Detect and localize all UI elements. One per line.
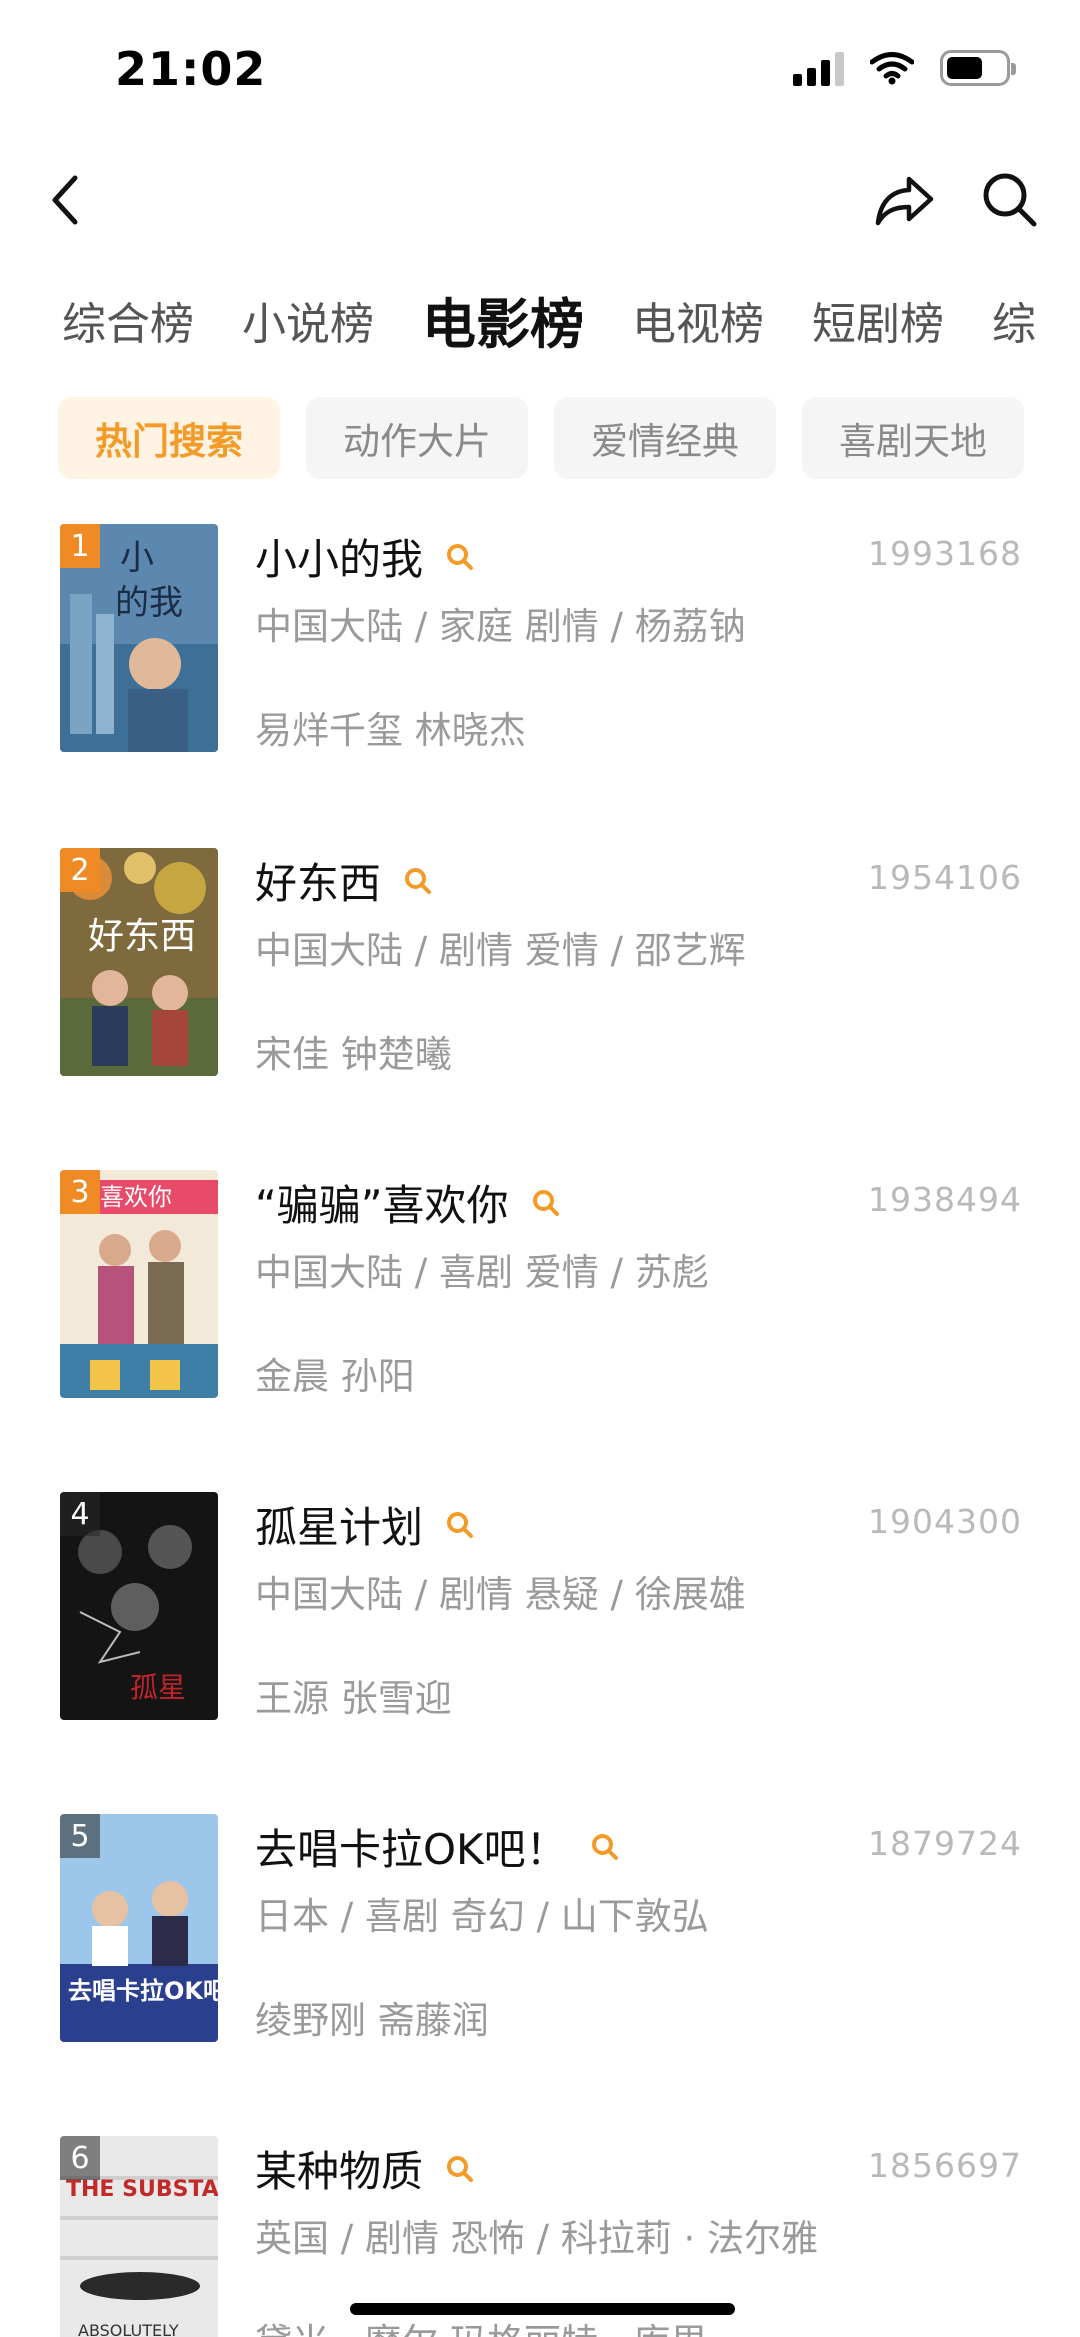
status-bar: 21:02: [0, 0, 1080, 140]
movie-meta: 日本 / 喜剧 奇幻 / 山下敦弘: [255, 1895, 709, 1938]
svg-text:去唱卡拉OK吧: 去唱卡拉OK吧: [68, 1977, 218, 2005]
subtab-romance[interactable]: 爱情经典: [554, 397, 776, 479]
home-indicator[interactable]: [350, 2303, 735, 2315]
movie-cast: 宋佳 钟楚曦: [255, 1033, 452, 1076]
search-icon[interactable]: [445, 1510, 475, 1540]
list-item[interactable]: 好东西 2 好东西 1954106 中国大陆 / 剧情 爱情 / 邵艺辉 宋佳 …: [0, 844, 1080, 1144]
wifi-icon: [870, 52, 914, 85]
rank-badge: 4: [60, 1492, 100, 1536]
share-button[interactable]: [850, 140, 960, 260]
search-icon[interactable]: [445, 542, 475, 572]
rank-badge: 2: [60, 848, 100, 892]
share-icon: [875, 176, 934, 226]
tab-comprehensive[interactable]: 综合榜: [62, 285, 194, 365]
rank-badge: 6: [60, 2136, 100, 2180]
svg-text:ABSOLUTELY: ABSOLUTELY: [78, 2321, 179, 2337]
back-button[interactable]: [10, 140, 120, 260]
list-item[interactable]: 孤星 4 孤星计划 1904300 中国大陆 / 剧情 悬疑 / 徐展雄 王源 …: [0, 1488, 1080, 1788]
movie-title[interactable]: 小小的我: [255, 526, 475, 587]
movie-title[interactable]: “骗骗”喜欢你: [255, 1172, 561, 1233]
movie-poster[interactable]: 喜欢你 3: [60, 1170, 218, 1398]
movie-meta: 中国大陆 / 喜剧 爱情 / 苏彪: [255, 1251, 709, 1294]
battery-level: [947, 57, 982, 79]
rank-badge: 3: [60, 1170, 100, 1214]
movie-title-text: 某种物质: [255, 2147, 424, 2196]
battery-icon: [940, 50, 1016, 86]
movie-title-text: 去唱卡拉OK吧！: [255, 1825, 568, 1874]
movie-cast: 金晨 孙阳: [255, 1355, 415, 1398]
svg-text:THE SUBSTANCE: THE SUBSTANCE: [66, 2177, 218, 2202]
movie-title[interactable]: 某种物质: [255, 2138, 475, 2199]
search-count: 1879724: [868, 1824, 1022, 1863]
search-icon[interactable]: [590, 1832, 620, 1862]
search-count: 1938494: [868, 1180, 1022, 1219]
list-item[interactable]: 小 的我 1 小小的我 1993168 中国大陆 / 家庭 剧情 / 杨荔钠 易…: [0, 520, 1080, 820]
sub-tabs: 热门搜索 动作大片 爱情经典 喜剧天地: [58, 397, 1058, 479]
svg-text:的我: 的我: [115, 583, 183, 623]
movie-poster[interactable]: 好东西 2: [60, 848, 218, 1076]
movie-meta: 英国 / 剧情 恐怖 / 科拉莉 · 法尔雅: [255, 2217, 819, 2260]
movie-title[interactable]: 去唱卡拉OK吧！: [255, 1816, 620, 1877]
tab-movie[interactable]: 电影榜: [422, 285, 584, 365]
svg-text:喜欢你: 喜欢你: [100, 1183, 172, 1211]
search-icon[interactable]: [403, 866, 433, 896]
movie-title[interactable]: 孤星计划: [255, 1494, 475, 1555]
tab-variety[interactable]: 综: [992, 285, 1036, 365]
movie-cast: 易烊千玺 林晓杰: [255, 709, 526, 752]
status-time: 21:02: [115, 42, 267, 96]
subtab-action[interactable]: 动作大片: [306, 397, 528, 479]
subtab-hot-search[interactable]: 热门搜索: [58, 397, 280, 479]
status-icons: [793, 50, 1016, 86]
cellular-signal-icon: [793, 50, 844, 86]
chevron-left-icon: [52, 175, 78, 225]
movie-title-text: 小小的我: [255, 535, 424, 584]
movie-cast: 绫野刚 斋藤润: [255, 1999, 489, 2042]
movie-title[interactable]: 好东西: [255, 850, 433, 911]
movie-poster[interactable]: 小 的我 1: [60, 524, 218, 752]
list-item[interactable]: 去唱卡拉OK吧 5 去唱卡拉OK吧！ 1879724 日本 / 喜剧 奇幻 / …: [0, 1810, 1080, 2110]
list-item[interactable]: 喜欢你 3 “骗骗”喜欢你 1938494 中国大陆 / 喜剧 爱情 / 苏彪 …: [0, 1166, 1080, 1466]
movie-poster[interactable]: 孤星 4: [60, 1492, 218, 1720]
search-count: 1954106: [868, 858, 1022, 897]
subtab-comedy[interactable]: 喜剧天地: [802, 397, 1024, 479]
movie-cast: 黛米 · 摩尔 玛格丽特 · 库里: [255, 2312, 707, 2337]
svg-text:孤星: 孤星: [130, 1671, 186, 1704]
search-count: 1904300: [868, 1502, 1022, 1541]
search-button[interactable]: [955, 140, 1065, 260]
rank-badge: 5: [60, 1814, 100, 1858]
tab-novel[interactable]: 小说榜: [242, 285, 374, 365]
search-icon: [983, 173, 1037, 227]
movie-title-text: 好东西: [255, 859, 382, 908]
movie-meta: 中国大陆 / 剧情 爱情 / 邵艺辉: [255, 929, 746, 972]
movie-meta: 中国大陆 / 剧情 悬疑 / 徐展雄: [255, 1573, 746, 1616]
movie-poster[interactable]: THE SUBSTANCE ABSOLUTELY 6: [60, 2136, 218, 2337]
search-count: 1993168: [868, 534, 1022, 573]
search-count: 1856697: [868, 2146, 1022, 2185]
movie-title-text: 孤星计划: [255, 1503, 424, 1552]
nav-bar: [0, 140, 1080, 260]
svg-text:小: 小: [120, 538, 154, 578]
tab-tv[interactable]: 电视榜: [632, 285, 764, 365]
search-icon[interactable]: [531, 1188, 561, 1218]
movie-meta: 中国大陆 / 家庭 剧情 / 杨荔钠: [255, 605, 746, 648]
movie-poster[interactable]: 去唱卡拉OK吧 5: [60, 1814, 218, 2042]
category-tabs: 综合榜 小说榜 电影榜 电视榜 短剧榜综: [62, 285, 1047, 365]
search-icon[interactable]: [445, 2154, 475, 2184]
svg-text:好东西: 好东西: [88, 916, 196, 957]
movie-cast: 王源 张雪迎: [255, 1677, 452, 1720]
rank-badge: 1: [60, 524, 100, 568]
movie-title-text: “骗骗”喜欢你: [255, 1181, 509, 1230]
tab-short-drama[interactable]: 短剧榜: [812, 285, 944, 365]
